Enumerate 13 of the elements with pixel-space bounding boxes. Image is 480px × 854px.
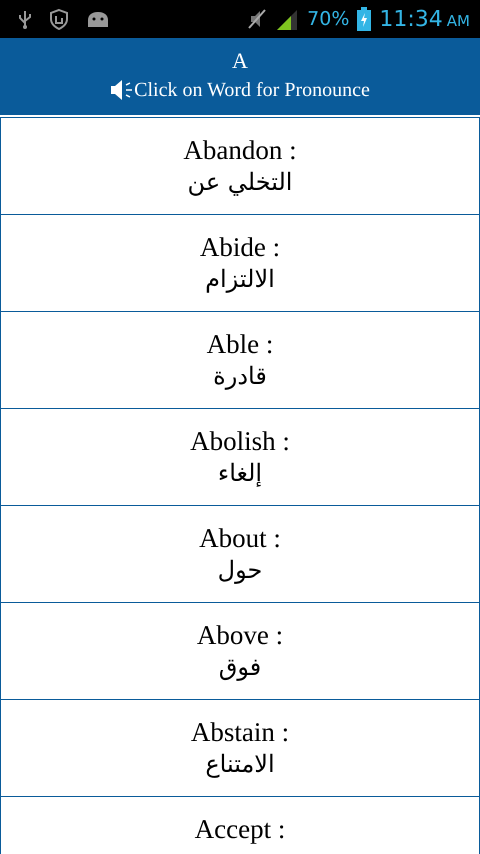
android-icon [86,11,110,27]
letter-title: A [232,48,248,75]
usb-icon [18,9,32,29]
battery-charging-icon [357,7,372,31]
clock-meridiem: AM [446,10,470,32]
battery-percent: 70% [307,6,350,32]
mute-icon [247,8,268,30]
signal-icon [275,8,300,30]
clock-time: 11:34 [379,6,443,34]
speaker-icon [110,78,134,101]
pronounce-hint: Click on Word for Pronounce [134,78,370,103]
shield-icon [48,8,70,30]
word-list-item[interactable]: Accept : [0,796,480,854]
